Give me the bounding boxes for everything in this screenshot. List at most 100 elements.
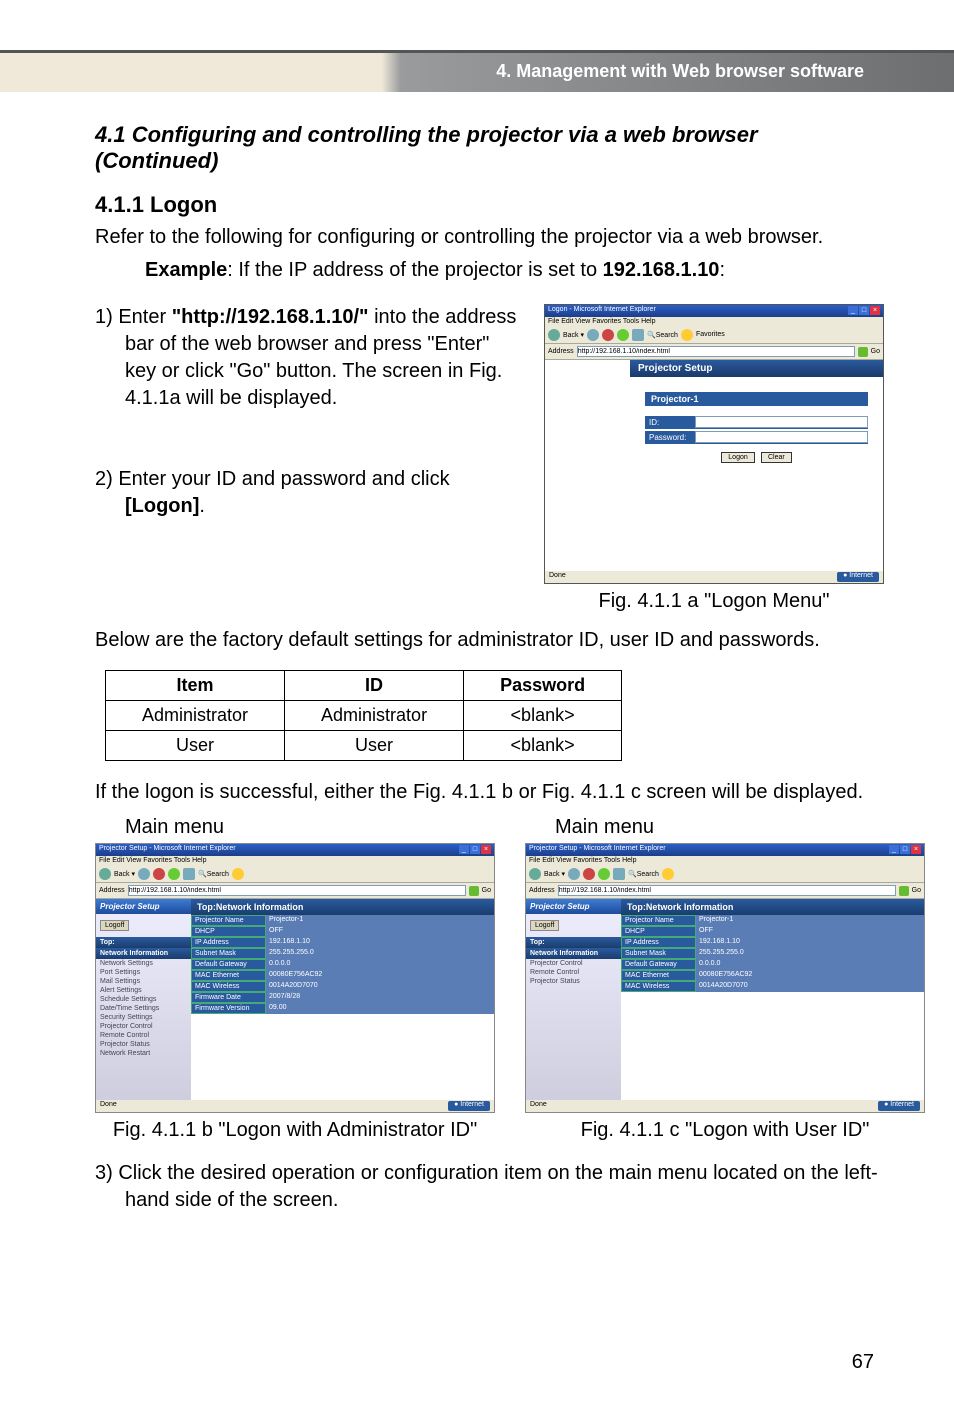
sidebar-item[interactable]: Projector Status bbox=[96, 1040, 191, 1049]
ie-status-bar: Done ● Internet bbox=[526, 1100, 924, 1112]
page-content: 4.1 Configuring and controlling the proj… bbox=[0, 92, 954, 1240]
sidebar-net-header[interactable]: Network Information bbox=[526, 948, 621, 959]
status-left: Done bbox=[100, 1101, 117, 1111]
info-table: Projector NameProjector-1 DHCPOFF IP Add… bbox=[621, 915, 924, 992]
maximize-icon[interactable]: □ bbox=[859, 306, 869, 315]
logoff-button[interactable]: Logoff bbox=[100, 920, 129, 931]
info-label: DHCP bbox=[621, 926, 696, 937]
step1-text: 1) Enter "http://192.168.1.10/" into the… bbox=[95, 304, 524, 520]
ie-menubar[interactable]: File Edit View Favorites Tools Help bbox=[96, 856, 494, 865]
go-button[interactable] bbox=[469, 886, 479, 896]
info-label: Projector Name bbox=[621, 915, 696, 926]
sidebar-item[interactable]: Network Restart bbox=[96, 1049, 191, 1058]
sidebar-item[interactable]: Remote Control bbox=[526, 968, 621, 977]
sidebar-top[interactable]: Top: bbox=[526, 937, 621, 948]
go-button[interactable] bbox=[858, 347, 868, 357]
td-pw: <blank> bbox=[464, 701, 622, 731]
logoff-button[interactable]: Logoff bbox=[530, 920, 559, 931]
refresh-icon[interactable] bbox=[168, 868, 180, 880]
sidebar-item[interactable]: Network Settings bbox=[96, 959, 191, 968]
user-main: Top:Network Information Projector NamePr… bbox=[621, 899, 924, 1109]
ie-status-bar: Done ● Internet bbox=[545, 571, 883, 583]
subsection-title: 4.1.1 Logon bbox=[95, 192, 884, 218]
address-input[interactable] bbox=[577, 346, 855, 357]
id-input[interactable] bbox=[695, 416, 868, 428]
sidebar-item[interactable]: Projector Status bbox=[526, 977, 621, 986]
logon-screenshot: Logon - Microsoft Internet Explorer _□× … bbox=[544, 304, 884, 584]
logon-button[interactable]: Logon bbox=[721, 452, 754, 463]
main-menu-label-right: Main menu bbox=[525, 816, 925, 839]
favorites-icon[interactable] bbox=[681, 329, 693, 341]
sidebar-item[interactable]: Port Settings bbox=[96, 968, 191, 977]
lower-screenshots-row: Main menu Projector Setup - Microsoft In… bbox=[95, 816, 884, 1142]
sidebar-item[interactable]: Projector Control bbox=[526, 959, 621, 968]
favorites-icon[interactable] bbox=[662, 868, 674, 880]
sidebar-item[interactable]: Date/Time Settings bbox=[96, 1004, 191, 1013]
back-icon[interactable] bbox=[99, 868, 111, 880]
stop-icon[interactable] bbox=[153, 868, 165, 880]
minimize-icon[interactable]: _ bbox=[459, 845, 469, 854]
stop-icon[interactable] bbox=[583, 868, 595, 880]
info-value: 09.00 bbox=[266, 1003, 494, 1014]
clear-button[interactable]: Clear bbox=[761, 452, 792, 463]
minimize-icon[interactable]: _ bbox=[889, 845, 899, 854]
back-icon[interactable] bbox=[529, 868, 541, 880]
th-item: Item bbox=[106, 671, 285, 701]
home-icon[interactable] bbox=[183, 868, 195, 880]
search-label[interactable]: 🔍Search bbox=[647, 331, 678, 339]
back-icon[interactable] bbox=[548, 329, 560, 341]
close-icon[interactable]: × bbox=[481, 845, 491, 854]
below-text: Below are the factory default settings f… bbox=[95, 627, 884, 654]
sidebar-net-header[interactable]: Network Information bbox=[96, 948, 191, 959]
user-screenshot: Projector Setup - Microsoft Internet Exp… bbox=[525, 843, 925, 1113]
go-button[interactable] bbox=[899, 886, 909, 896]
td-item: User bbox=[106, 731, 285, 761]
ie-address-bar: Address Go bbox=[545, 344, 883, 360]
sidebar-item[interactable]: Remote Control bbox=[96, 1031, 191, 1040]
stop-icon[interactable] bbox=[602, 329, 614, 341]
sidebar-item[interactable]: Projector Control bbox=[96, 1022, 191, 1031]
sidebar-item[interactable]: Alert Settings bbox=[96, 986, 191, 995]
status-right: ● Internet bbox=[837, 572, 879, 582]
favorites-icon[interactable] bbox=[232, 868, 244, 880]
ie-address-bar: Address Go bbox=[96, 883, 494, 899]
password-input[interactable] bbox=[695, 431, 868, 443]
ie-titlebar: Logon - Microsoft Internet Explorer _□× bbox=[545, 305, 883, 317]
td-item: Administrator bbox=[106, 701, 285, 731]
close-icon[interactable]: × bbox=[870, 306, 880, 315]
td-id: User bbox=[285, 731, 464, 761]
sidebar-item[interactable]: Mail Settings bbox=[96, 977, 191, 986]
info-value: 192.168.1.10 bbox=[266, 937, 494, 948]
example-colon: : bbox=[719, 259, 725, 281]
close-icon[interactable]: × bbox=[911, 845, 921, 854]
ie-status-bar: Done ● Internet bbox=[96, 1100, 494, 1112]
fig-a-caption: Fig. 4.1.1 a "Logon Menu" bbox=[544, 590, 884, 613]
user-sidebar: Projector Setup Logoff Top: Network Info… bbox=[526, 899, 621, 1109]
info-value: 0.0.0.0 bbox=[696, 959, 924, 970]
address-input[interactable] bbox=[128, 885, 466, 896]
refresh-icon[interactable] bbox=[617, 329, 629, 341]
ie-menubar[interactable]: File Edit View Favorites Tools Help bbox=[545, 317, 883, 326]
sidebar-top[interactable]: Top: bbox=[96, 937, 191, 948]
th-password: Password bbox=[464, 671, 622, 701]
sidebar-item[interactable]: Security Settings bbox=[96, 1013, 191, 1022]
th-id: ID bbox=[285, 671, 464, 701]
refresh-icon[interactable] bbox=[598, 868, 610, 880]
password-row: Password: bbox=[645, 431, 868, 444]
forward-icon[interactable] bbox=[568, 868, 580, 880]
home-icon[interactable] bbox=[632, 329, 644, 341]
minimize-icon[interactable]: _ bbox=[848, 306, 858, 315]
chapter-header-text: 4. Management with Web browser software bbox=[496, 61, 864, 82]
forward-icon[interactable] bbox=[138, 868, 150, 880]
ie-body-logon: Projector Setup Projector-1 ID: Password… bbox=[545, 360, 883, 578]
sidebar-item[interactable]: Schedule Settings bbox=[96, 995, 191, 1004]
example-ip: 192.168.1.10 bbox=[603, 259, 720, 281]
forward-icon[interactable] bbox=[587, 329, 599, 341]
ie-menubar[interactable]: File Edit View Favorites Tools Help bbox=[526, 856, 924, 865]
address-input[interactable] bbox=[558, 885, 896, 896]
projector-name: Projector-1 bbox=[645, 392, 868, 406]
status-left: Done bbox=[549, 572, 566, 582]
maximize-icon[interactable]: □ bbox=[470, 845, 480, 854]
home-icon[interactable] bbox=[613, 868, 625, 880]
maximize-icon[interactable]: □ bbox=[900, 845, 910, 854]
